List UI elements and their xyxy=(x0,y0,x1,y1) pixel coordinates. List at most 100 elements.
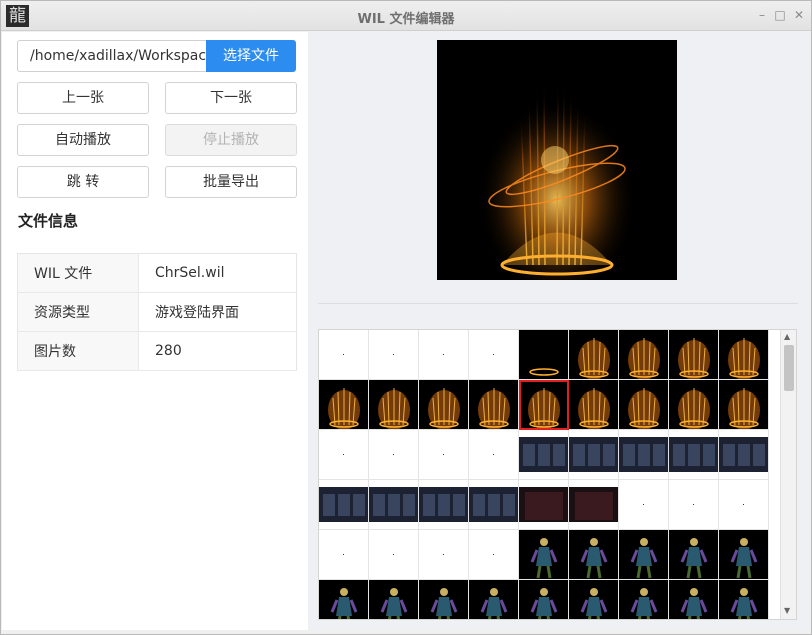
room-thumbnail-image xyxy=(469,480,518,529)
left-panel: /home/xadillax/Workspace/ 选择文件 上一张 下一张 自… xyxy=(2,32,308,630)
fire-thumbnail-image xyxy=(569,330,618,379)
thumbnail-empty[interactable] xyxy=(369,530,419,580)
choose-file-button[interactable]: 选择文件 xyxy=(206,40,296,72)
thumbnail-fire[interactable] xyxy=(669,330,719,380)
empty-thumbnail-dot xyxy=(343,454,344,455)
thumbnail-char[interactable] xyxy=(569,530,619,580)
empty-thumbnail-dot xyxy=(393,354,394,355)
thumbnail-fire[interactable] xyxy=(619,330,669,380)
thumbnail-char[interactable] xyxy=(419,580,469,619)
thumbnail-room[interactable] xyxy=(519,430,569,480)
thumbnail-empty[interactable] xyxy=(469,430,519,480)
empty-thumbnail-dot xyxy=(743,504,744,505)
close-icon[interactable]: ✕ xyxy=(791,7,807,23)
char-thumbnail-image xyxy=(519,580,568,619)
thumbnail-fire[interactable] xyxy=(469,380,519,430)
thumbnail-char[interactable] xyxy=(369,580,419,619)
thumbnail-room[interactable] xyxy=(569,430,619,480)
char-thumbnail-image xyxy=(469,580,518,619)
thumbnail-empty[interactable] xyxy=(319,530,369,580)
thumbnail-char[interactable] xyxy=(719,530,769,580)
scroll-thumb[interactable] xyxy=(784,345,794,391)
autoplay-button[interactable]: 自动播放 xyxy=(17,124,149,156)
next-image-button[interactable]: 下一张 xyxy=(165,82,297,114)
fire-thumbnail-image xyxy=(569,380,618,429)
thumbnail-room[interactable] xyxy=(669,430,719,480)
thumbnail-fire[interactable] xyxy=(569,330,619,380)
thumbnail-room-red[interactable] xyxy=(519,480,569,530)
stop-play-button[interactable]: 停止播放 xyxy=(165,124,297,156)
thumbnail-room[interactable] xyxy=(319,480,369,530)
thumbnail-empty[interactable] xyxy=(319,330,369,380)
thumbnail-fire[interactable] xyxy=(369,380,419,430)
fire-thumbnail-image xyxy=(319,380,368,429)
room-thumbnail-image xyxy=(419,480,468,529)
thumbnail-room-red[interactable] xyxy=(569,480,619,530)
empty-thumbnail-dot xyxy=(443,554,444,555)
maximize-icon[interactable]: □ xyxy=(772,7,788,23)
thumbnail-char[interactable] xyxy=(619,580,669,619)
empty-thumbnail-dot xyxy=(343,354,344,355)
thumbnail-empty[interactable] xyxy=(469,330,519,380)
thumbnail-empty[interactable] xyxy=(719,480,769,530)
thumbnail-char[interactable] xyxy=(619,530,669,580)
thumbnail-char[interactable] xyxy=(519,580,569,619)
batch-export-button[interactable]: 批量导出 xyxy=(165,166,297,198)
fire-thumbnail-image xyxy=(619,380,668,429)
empty-thumbnail-dot xyxy=(443,454,444,455)
empty-thumbnail-dot xyxy=(693,504,694,505)
char-thumbnail-image xyxy=(369,580,418,619)
char-thumbnail-image xyxy=(569,530,618,579)
char-thumbnail-image xyxy=(669,580,718,619)
room-thumbnail-image xyxy=(369,480,418,529)
info-value: 280 xyxy=(138,331,297,371)
thumbnail-char[interactable] xyxy=(669,580,719,619)
thumbnail-char[interactable] xyxy=(569,580,619,619)
thumbnail-empty[interactable] xyxy=(419,330,469,380)
thumbnail-fire[interactable] xyxy=(419,380,469,430)
thumbnail-empty[interactable] xyxy=(369,430,419,480)
thumbnail-empty[interactable] xyxy=(619,480,669,530)
thumbnail-room[interactable] xyxy=(369,480,419,530)
title-bar[interactable]: 龍 WIL 文件编辑器 – □ ✕ xyxy=(1,1,811,31)
thumbnail-fire[interactable] xyxy=(719,380,769,430)
fire-thumbnail-image xyxy=(619,330,668,379)
thumbnail-fire[interactable] xyxy=(669,380,719,430)
vertical-scrollbar[interactable]: ▲ ▼ xyxy=(780,330,796,619)
room-thumbnail-image xyxy=(519,430,568,479)
thumbnail-room[interactable] xyxy=(719,430,769,480)
prev-image-button[interactable]: 上一张 xyxy=(17,82,149,114)
thumbnail-room[interactable] xyxy=(619,430,669,480)
thumbnail-room[interactable] xyxy=(469,480,519,530)
scroll-down-icon[interactable]: ▼ xyxy=(784,606,790,615)
thumbnail-empty[interactable] xyxy=(419,430,469,480)
thumbnail-char[interactable] xyxy=(319,580,369,619)
fire-thumbnail-image xyxy=(669,380,718,429)
thumbnail-fire[interactable] xyxy=(719,330,769,380)
fire-thumbnail-image xyxy=(719,330,768,379)
thumbnail-fire[interactable] xyxy=(519,380,569,430)
char-thumbnail-image xyxy=(569,580,618,619)
thumbnail-empty[interactable] xyxy=(669,480,719,530)
minimize-icon[interactable]: – xyxy=(754,7,770,23)
file-info-heading: 文件信息 xyxy=(18,212,79,230)
thumbnail-fire[interactable] xyxy=(569,380,619,430)
thumbnail-char[interactable] xyxy=(719,580,769,619)
thumbnail-empty[interactable] xyxy=(319,430,369,480)
thumbnail-empty[interactable] xyxy=(419,530,469,580)
thumbnail-char[interactable] xyxy=(469,580,519,619)
thumbnail-empty[interactable] xyxy=(469,530,519,580)
room-thumbnail-image xyxy=(619,430,668,479)
jump-button[interactable]: 跳 转 xyxy=(17,166,149,198)
thumbnail-room[interactable] xyxy=(419,480,469,530)
empty-thumbnail-dot xyxy=(493,354,494,355)
thumbnail-fire-small[interactable] xyxy=(519,330,569,380)
room-thumbnail-image xyxy=(569,430,618,479)
thumbnail-char[interactable] xyxy=(669,530,719,580)
thumbnail-empty[interactable] xyxy=(369,330,419,380)
thumbnail-fire[interactable] xyxy=(619,380,669,430)
thumbnail-fire[interactable] xyxy=(319,380,369,430)
file-path-input[interactable]: /home/xadillax/Workspace/ xyxy=(17,40,207,72)
scroll-up-icon[interactable]: ▲ xyxy=(784,332,790,341)
thumbnail-char[interactable] xyxy=(519,530,569,580)
